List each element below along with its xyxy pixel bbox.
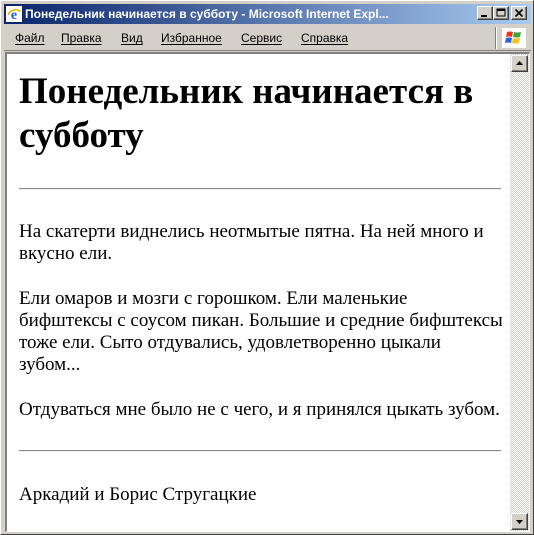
divider-bottom — [19, 450, 501, 452]
minimize-icon — [481, 15, 487, 17]
menu-bar: Файл Правка Вид Избранное Сервис Справка — [4, 25, 531, 51]
paragraph-1: На скатерти виднелись неотмытые пятна. Н… — [19, 221, 484, 264]
maximize-button[interactable] — [493, 6, 509, 20]
close-icon — [514, 8, 524, 18]
maximize-icon — [496, 8, 506, 17]
menu-file[interactable]: Файл — [15, 31, 45, 45]
menu-help[interactable]: Справка — [301, 31, 348, 45]
page-heading: Понедельник начинается в субботу — [19, 71, 474, 156]
page-viewport: Понедельник начинается в субботу На скат… — [5, 52, 530, 532]
title-bar[interactable]: e Понедельник начинается в субботу - Mic… — [4, 4, 531, 24]
menu-separator — [495, 27, 497, 49]
menu-edit[interactable]: Правка — [61, 31, 102, 45]
menu-view[interactable]: Вид — [121, 31, 143, 45]
scroll-up-button[interactable] — [511, 55, 528, 72]
vertical-scrollbar[interactable] — [510, 54, 529, 531]
windows-logo-icon — [502, 28, 526, 48]
scroll-down-button[interactable] — [511, 513, 528, 530]
author-line: Аркадий и Борис Стругацкие — [19, 484, 257, 505]
arrow-up-icon — [516, 61, 523, 65]
paragraph-3: Отдуваться мне было не с чего, и я приня… — [19, 399, 500, 420]
internet-explorer-icon: e — [6, 6, 22, 22]
menu-tools[interactable]: Сервис — [241, 31, 282, 45]
arrow-down-icon — [516, 520, 523, 524]
divider-top — [19, 188, 501, 190]
browser-window: e Понедельник начинается в субботу - Mic… — [0, 0, 534, 535]
close-button[interactable] — [511, 6, 527, 20]
menu-favorites[interactable]: Избранное — [161, 31, 222, 45]
paragraph-2: Ели омаров и мозги с горошком. Ели мален… — [19, 288, 503, 375]
window-title: Понедельник начинается в субботу - Micro… — [25, 7, 389, 21]
page-content: Понедельник начинается в субботу На скат… — [7, 54, 510, 531]
minimize-button[interactable] — [477, 6, 493, 20]
